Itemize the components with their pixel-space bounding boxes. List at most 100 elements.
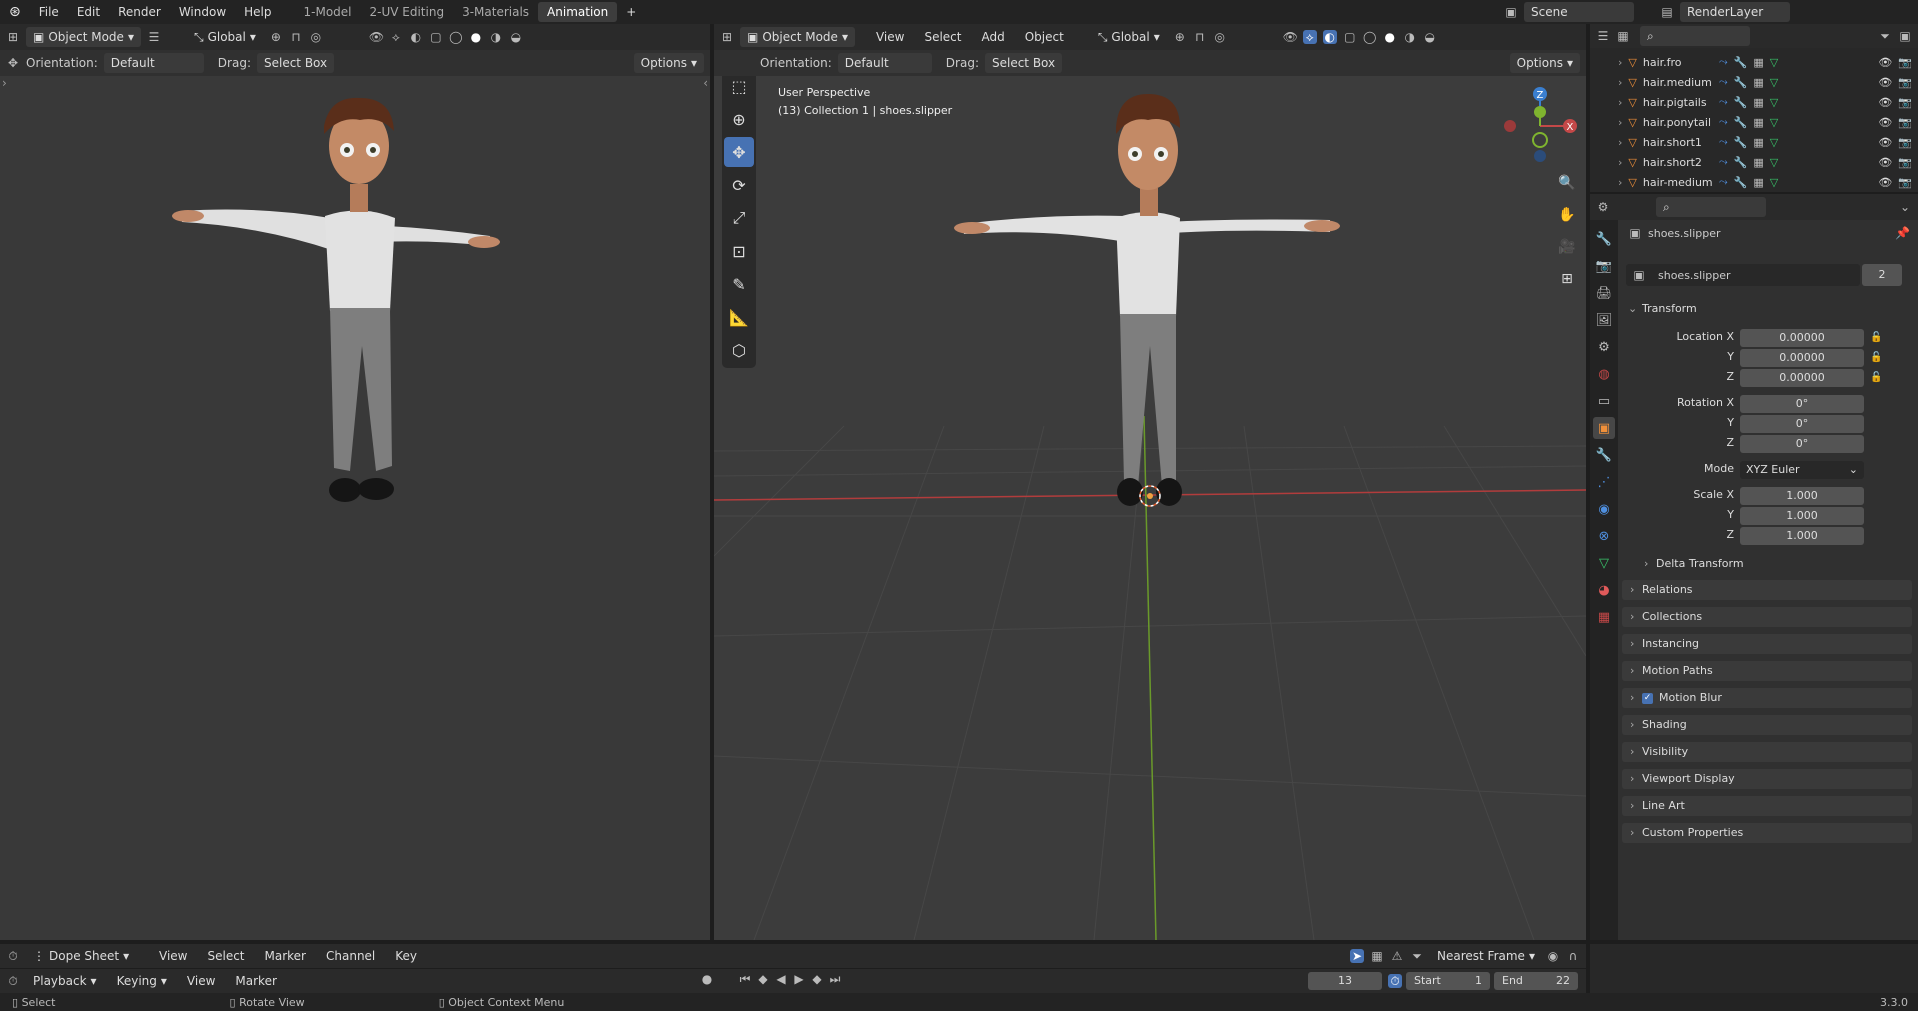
keying-dropdown[interactable]: Keying ▾ <box>110 971 174 991</box>
current-frame-field[interactable]: 13 <box>1308 972 1382 990</box>
grid-view-icon[interactable]: ⊞ <box>1554 266 1580 292</box>
scene-selector[interactable]: Scene <box>1524 2 1634 22</box>
play-icon[interactable]: ▶ <box>792 972 806 986</box>
rotation-z-field[interactable]: 0° <box>1740 435 1864 453</box>
zoom-icon[interactable]: 🔍 <box>1554 170 1580 196</box>
proportional-edit-icon[interactable]: ◎ <box>309 30 323 44</box>
jump-end-icon[interactable]: ⏭ <box>828 972 842 986</box>
left-options-button[interactable]: Options ▾ <box>633 53 704 73</box>
expand-arrow-icon[interactable]: › <box>1618 156 1622 169</box>
proportional-edit-icon[interactable]: ◎ <box>1213 30 1227 44</box>
only-selected-icon[interactable]: ➤ <box>1350 949 1364 963</box>
hamburger-icon[interactable]: ☰ <box>147 30 161 44</box>
main-orientation-dropdown[interactable]: Default <box>837 53 932 73</box>
rotation-mode-dropdown[interactable]: XYZ Euler ⌄ <box>1740 461 1864 479</box>
panel-motion-blur[interactable]: ✓ Motion Blur <box>1622 688 1912 708</box>
display-mode-icon[interactable]: ▦ <box>1616 29 1630 43</box>
left-drag-dropdown[interactable]: Select Box <box>256 53 335 73</box>
menu-window[interactable]: Window <box>170 0 235 24</box>
panel-shading[interactable]: Shading <box>1622 715 1912 735</box>
location-y-field[interactable]: 0.00000 <box>1740 349 1864 367</box>
texture-tab-icon[interactable]: ▦ <box>1593 606 1615 628</box>
solid-shading-icon[interactable]: ● <box>1383 30 1397 44</box>
cursor-tool-icon[interactable]: ⊕ <box>724 104 754 134</box>
scene-tab-icon[interactable]: ⚙ <box>1593 336 1615 358</box>
rotate-tool-icon[interactable]: ⟳ <box>724 170 754 200</box>
outliner-item[interactable]: › ▽ hair.short1 ⤳ 🔧 ▦ ▽ 👁 📷 <box>1590 132 1918 152</box>
lock-icon[interactable]: 🔓 <box>1870 349 1882 367</box>
menu-render[interactable]: Render <box>109 0 170 24</box>
menu-edit[interactable]: Edit <box>68 0 109 24</box>
start-frame-field[interactable]: Start 1 <box>1406 972 1490 990</box>
show-hidden-icon[interactable]: ▦ <box>1370 949 1384 963</box>
outliner-item[interactable]: › ▽ hair.fro ⤳ 🔧 ▦ ▽ 👁 📷 <box>1590 52 1918 72</box>
select-box-tool-icon[interactable]: ⬚ <box>724 76 754 101</box>
main-options-button[interactable]: Options ▾ <box>1509 53 1580 73</box>
render-layer-icon[interactable]: ▤ <box>1660 5 1674 19</box>
scale-tool-icon[interactable]: ⤢ <box>724 203 754 233</box>
tool-tab-icon[interactable]: 🔧 <box>1593 228 1615 250</box>
camera-render-icon[interactable]: 📷 <box>1898 116 1912 129</box>
outliner-search[interactable]: ⌕ <box>1640 26 1750 46</box>
rendered-shading-icon[interactable]: ◒ <box>1423 30 1437 44</box>
menu-add[interactable]: Add <box>974 27 1011 47</box>
ds-menu-marker[interactable]: Marker <box>258 946 313 966</box>
expand-arrow-icon[interactable]: › <box>1618 176 1622 189</box>
outliner-item[interactable]: › ▽ hair.ponytail ⤳ 🔧 ▦ ▽ 👁 📷 <box>1590 112 1918 132</box>
render-layer-selector[interactable]: RenderLayer <box>1680 2 1790 22</box>
ds-menu-select[interactable]: Select <box>200 946 251 966</box>
gizmo-icon[interactable]: ⟡ <box>389 30 403 44</box>
pivot-icon[interactable]: ⊕ <box>269 30 283 44</box>
gizmo-icon[interactable]: ⟡ <box>1302 30 1317 44</box>
wireframe-shading-icon[interactable]: ◯ <box>1363 30 1377 44</box>
options-chevron-icon[interactable]: ⌄ <box>1898 200 1912 214</box>
left-collapse-arrow-icon[interactable]: ‹ <box>703 76 708 90</box>
datablock-selector[interactable]: ▣ shoes.slipper <box>1626 264 1860 286</box>
menu-select[interactable]: Select <box>917 27 968 47</box>
properties-search[interactable]: ⌕ <box>1656 197 1766 217</box>
panel-relations[interactable]: Relations <box>1622 580 1912 600</box>
main-mode-dropdown[interactable]: ▣ Object Mode ▾ <box>740 27 855 47</box>
transform-panel-header[interactable]: ⌄ Transform <box>1622 298 1912 320</box>
location-z-field[interactable]: 0.00000 <box>1740 369 1864 387</box>
editor-type-icon[interactable]: ⏱ <box>6 949 20 963</box>
xray-icon[interactable]: ▢ <box>429 30 443 44</box>
filter-icon[interactable]: ⏷ <box>1878 29 1892 43</box>
camera-render-icon[interactable]: 📷 <box>1898 96 1912 109</box>
next-keyframe-icon[interactable]: ◆ <box>810 972 824 986</box>
outliner-item[interactable]: › ▽ hair.short2 ⤳ 🔧 ▦ ▽ 👁 📷 <box>1590 152 1918 172</box>
menu-view[interactable]: View <box>869 27 911 47</box>
add-cube-tool-icon[interactable]: ⬡ <box>724 335 754 365</box>
eye-icon[interactable]: 👁 <box>1878 156 1892 169</box>
snap-icon[interactable]: ⊓ <box>1193 30 1207 44</box>
measure-tool-icon[interactable]: 📐 <box>724 302 754 332</box>
snap-dropdown[interactable]: Nearest Frame ▾ <box>1430 946 1540 966</box>
collection-tab-icon[interactable]: ▭ <box>1593 390 1615 412</box>
particles-tab-icon[interactable]: ⋰ <box>1593 471 1615 493</box>
new-collection-icon[interactable]: ▣ <box>1898 29 1912 43</box>
panel-collections[interactable]: Collections <box>1622 607 1912 627</box>
outliner-item[interactable]: › ▽ hair.pigtails ⤳ 🔧 ▦ ▽ 👁 📷 <box>1590 92 1918 112</box>
editor-type-icon[interactable]: ⊞ <box>6 30 20 44</box>
navigation-gizmo[interactable]: Z X <box>1492 76 1582 166</box>
camera-render-icon[interactable]: 📷 <box>1898 156 1912 169</box>
camera-render-icon[interactable]: 📷 <box>1898 76 1912 89</box>
scene-icon[interactable]: ▣ <box>1504 5 1518 19</box>
main-drag-dropdown[interactable]: Select Box <box>984 53 1063 73</box>
overlay-icon[interactable]: ◐ <box>1322 30 1337 44</box>
modifier-tab-icon[interactable]: 🔧 <box>1593 444 1615 466</box>
record-icon[interactable]: ● <box>700 972 714 986</box>
left-mode-dropdown[interactable]: ▣ Object Mode ▾ <box>26 27 141 47</box>
add-workspace-icon[interactable]: + <box>617 0 645 24</box>
menu-object[interactable]: Object <box>1018 27 1071 47</box>
lock-icon[interactable]: 🔓 <box>1870 329 1882 347</box>
tab-materials[interactable]: 3-Materials <box>453 2 538 22</box>
panel-custom-properties[interactable]: Custom Properties <box>1622 823 1912 843</box>
playback-dropdown[interactable]: Playback ▾ <box>26 971 104 991</box>
visibility-icon[interactable]: 👁 <box>369 30 384 44</box>
pin-icon[interactable]: 📌 <box>1895 226 1910 240</box>
preview-range-icon[interactable]: ⏱ <box>1388 974 1402 988</box>
outliner-item[interactable]: › ▽ hair-medium ⤳ 🔧 ▦ ▽ 👁 📷 <box>1590 172 1918 192</box>
visibility-icon[interactable]: 👁 <box>1283 30 1298 44</box>
panel-visibility[interactable]: Visibility <box>1622 742 1912 762</box>
